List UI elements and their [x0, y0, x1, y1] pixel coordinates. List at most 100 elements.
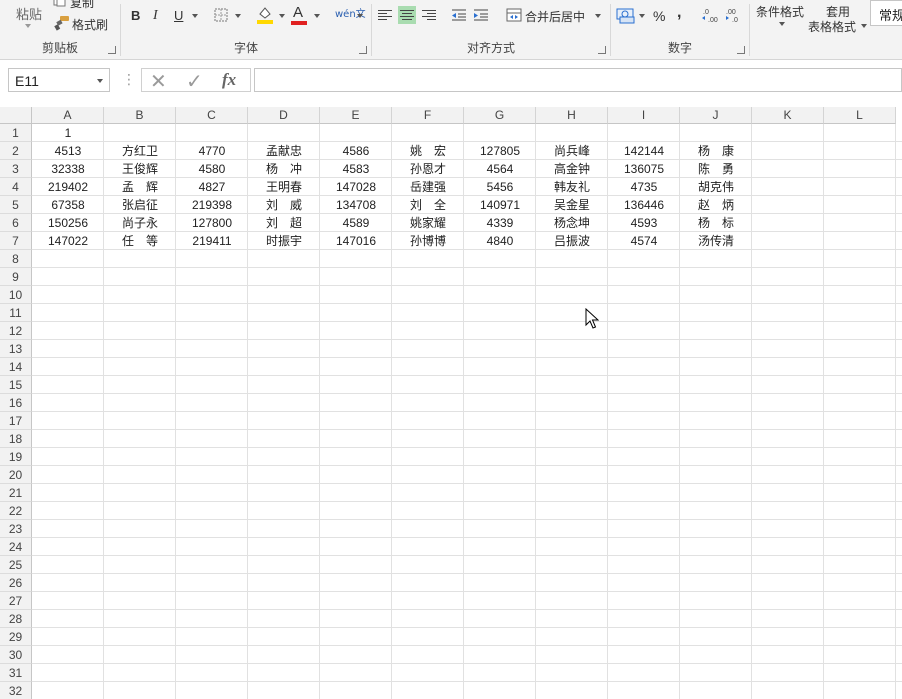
column-header-a[interactable]: A — [32, 107, 104, 124]
currency-format-icon[interactable] — [616, 5, 636, 25]
cell-e6[interactable]: 4589 — [320, 214, 392, 232]
row-header-19[interactable]: 19 — [0, 448, 32, 466]
cell-j6[interactable]: 杨 标 — [680, 214, 752, 232]
row-header-9[interactable]: 9 — [0, 268, 32, 286]
row-header-25[interactable]: 25 — [0, 556, 32, 574]
decrease-indent-icon[interactable] — [450, 6, 468, 24]
row-header-31[interactable]: 31 — [0, 664, 32, 682]
cell-d5[interactable]: 刘 威 — [248, 196, 320, 214]
column-header-f[interactable]: F — [392, 107, 464, 124]
row-header-15[interactable]: 15 — [0, 376, 32, 394]
cell-a1[interactable]: 1 — [32, 124, 104, 142]
font-launcher-icon[interactable] — [359, 46, 367, 54]
cell-i6[interactable]: 4593 — [608, 214, 680, 232]
row-header-16[interactable]: 16 — [0, 394, 32, 412]
conditional-format-dropdown-icon[interactable] — [779, 22, 785, 26]
row-header-8[interactable]: 8 — [0, 250, 32, 268]
row-header-2[interactable]: 2 — [0, 142, 32, 160]
cell-d7[interactable]: 时振宇 — [248, 232, 320, 250]
font-color-dropdown-icon[interactable] — [314, 14, 320, 18]
row-header-13[interactable]: 13 — [0, 340, 32, 358]
row-header-23[interactable]: 23 — [0, 520, 32, 538]
row-header-5[interactable]: 5 — [0, 196, 32, 214]
cell-j4[interactable]: 胡克伟 — [680, 178, 752, 196]
cell-a7[interactable]: 147022 — [32, 232, 104, 250]
cell-h4[interactable]: 韩友礼 — [536, 178, 608, 196]
cell-d2[interactable]: 孟献忠 — [248, 142, 320, 160]
copy-button[interactable]: 复制 — [70, 0, 94, 11]
column-header-b[interactable]: B — [104, 107, 176, 124]
column-header-h[interactable]: H — [536, 107, 608, 124]
row-header-4[interactable]: 4 — [0, 178, 32, 196]
comma-button[interactable]: , — [677, 4, 681, 22]
cell-g2[interactable]: 127805 — [464, 142, 536, 160]
cell-h2[interactable]: 尚兵峰 — [536, 142, 608, 160]
row-header-10[interactable]: 10 — [0, 286, 32, 304]
row-header-20[interactable]: 20 — [0, 466, 32, 484]
worksheet-grid[interactable]: ABCDEFGHIJKL 1 2 3 4 5 6 7 8 9 10 11 12 13 14 15 16 17 18… — [0, 107, 902, 699]
cell-b3[interactable]: 王俊辉 — [104, 160, 176, 178]
merge-center-button[interactable]: 合并后居中 — [525, 8, 585, 25]
column-header-d[interactable]: D — [248, 107, 320, 124]
table-format-dropdown-icon[interactable] — [861, 24, 867, 28]
row-header-11[interactable]: 11 — [0, 304, 32, 322]
insert-function-icon[interactable]: fx — [222, 70, 236, 90]
row-header-21[interactable]: 21 — [0, 484, 32, 502]
clipboard-launcher-icon[interactable] — [108, 46, 116, 54]
cell-g6[interactable]: 4339 — [464, 214, 536, 232]
row-header-28[interactable]: 28 — [0, 610, 32, 628]
row-header-26[interactable]: 26 — [0, 574, 32, 592]
cell-i5[interactable]: 136446 — [608, 196, 680, 214]
cell-f5[interactable]: 刘 全 — [392, 196, 464, 214]
paste-button[interactable]: 粘贴 — [16, 4, 42, 23]
align-center-icon[interactable] — [398, 6, 416, 24]
name-box[interactable]: E11 — [8, 68, 110, 92]
row-header-17[interactable]: 17 — [0, 412, 32, 430]
cell-i2[interactable]: 142144 — [608, 142, 680, 160]
cell-b4[interactable]: 孟 辉 — [104, 178, 176, 196]
column-header-i[interactable]: I — [608, 107, 680, 124]
paste-dropdown-icon[interactable] — [25, 24, 31, 28]
decrease-decimal-icon[interactable]: .00.0 — [724, 6, 744, 24]
cell-h6[interactable]: 杨念坤 — [536, 214, 608, 232]
cell-e7[interactable]: 147016 — [320, 232, 392, 250]
name-box-dropdown-icon[interactable] — [97, 79, 103, 83]
row-header-12[interactable]: 12 — [0, 322, 32, 340]
fill-color-icon[interactable] — [255, 5, 275, 25]
cell-c5[interactable]: 219398 — [176, 196, 248, 214]
formula-bar-resize-handle[interactable]: ⋮ — [122, 72, 136, 88]
cell-d4[interactable]: 王明春 — [248, 178, 320, 196]
cell-b5[interactable]: 张启征 — [104, 196, 176, 214]
cell-j3[interactable]: 陈 勇 — [680, 160, 752, 178]
merge-center-dropdown-icon[interactable] — [595, 14, 601, 18]
column-header-g[interactable]: G — [464, 107, 536, 124]
number-launcher-icon[interactable] — [737, 46, 745, 54]
cell-a6[interactable]: 150256 — [32, 214, 104, 232]
cell-e4[interactable]: 147028 — [320, 178, 392, 196]
cell-i7[interactable]: 4574 — [608, 232, 680, 250]
cell-a3[interactable]: 32338 — [32, 160, 104, 178]
cell-f7[interactable]: 孙博博 — [392, 232, 464, 250]
cell-c2[interactable]: 4770 — [176, 142, 248, 160]
cell-j7[interactable]: 汤传清 — [680, 232, 752, 250]
select-all-corner[interactable] — [0, 107, 32, 124]
font-color-button[interactable]: A — [293, 4, 303, 21]
cell-f2[interactable]: 姚 宏 — [392, 142, 464, 160]
cell-j5[interactable]: 赵 炳 — [680, 196, 752, 214]
cell-a5[interactable]: 67358 — [32, 196, 104, 214]
percent-button[interactable]: % — [653, 8, 665, 24]
row-header-3[interactable]: 3 — [0, 160, 32, 178]
enter-icon[interactable]: ✓ — [186, 69, 203, 93]
cell-c3[interactable]: 4580 — [176, 160, 248, 178]
row-header-24[interactable]: 24 — [0, 538, 32, 556]
cell-g3[interactable]: 4564 — [464, 160, 536, 178]
fill-color-dropdown-icon[interactable] — [279, 14, 285, 18]
increase-indent-icon[interactable] — [472, 6, 490, 24]
cell-f3[interactable]: 孙恩才 — [392, 160, 464, 178]
cell-i4[interactable]: 4735 — [608, 178, 680, 196]
column-header-k[interactable]: K — [752, 107, 824, 124]
cell-f6[interactable]: 姚家耀 — [392, 214, 464, 232]
alignment-launcher-icon[interactable] — [598, 46, 606, 54]
cell-d6[interactable]: 刘 超 — [248, 214, 320, 232]
italic-button[interactable]: I — [153, 8, 158, 24]
